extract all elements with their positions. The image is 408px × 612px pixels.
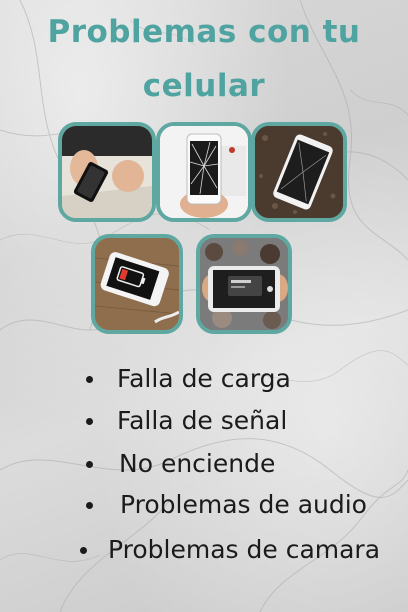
bullet-dot	[86, 502, 93, 509]
phone-in-hands-illustration	[62, 126, 152, 218]
low-battery-illustration	[95, 238, 179, 330]
problem-item: Problemas de camara	[108, 535, 381, 564]
broken-phone-on-ground-photo	[251, 122, 347, 222]
page-title-line-1: Problemas con tu	[47, 14, 361, 50]
page-title-line-2: celular	[142, 68, 266, 104]
problem-item: Falla de señal	[117, 406, 288, 435]
cracked-screen-photo	[156, 122, 252, 222]
bullet-dot	[86, 418, 93, 425]
phone-in-hands-photo	[58, 122, 156, 222]
broken-phone-illustration	[255, 126, 343, 218]
camera-app-illustration	[200, 238, 288, 330]
bullet-dot	[80, 547, 87, 554]
bullet-dot	[86, 376, 93, 383]
problem-item: Falla de carga	[117, 364, 291, 393]
problem-item: No enciende	[119, 449, 276, 478]
problem-item: Problemas de audio	[120, 490, 367, 519]
camera-app-photo	[196, 234, 292, 334]
low-battery-photo	[91, 234, 183, 334]
bullet-dot	[86, 461, 93, 468]
cracked-screen-illustration	[160, 126, 248, 218]
